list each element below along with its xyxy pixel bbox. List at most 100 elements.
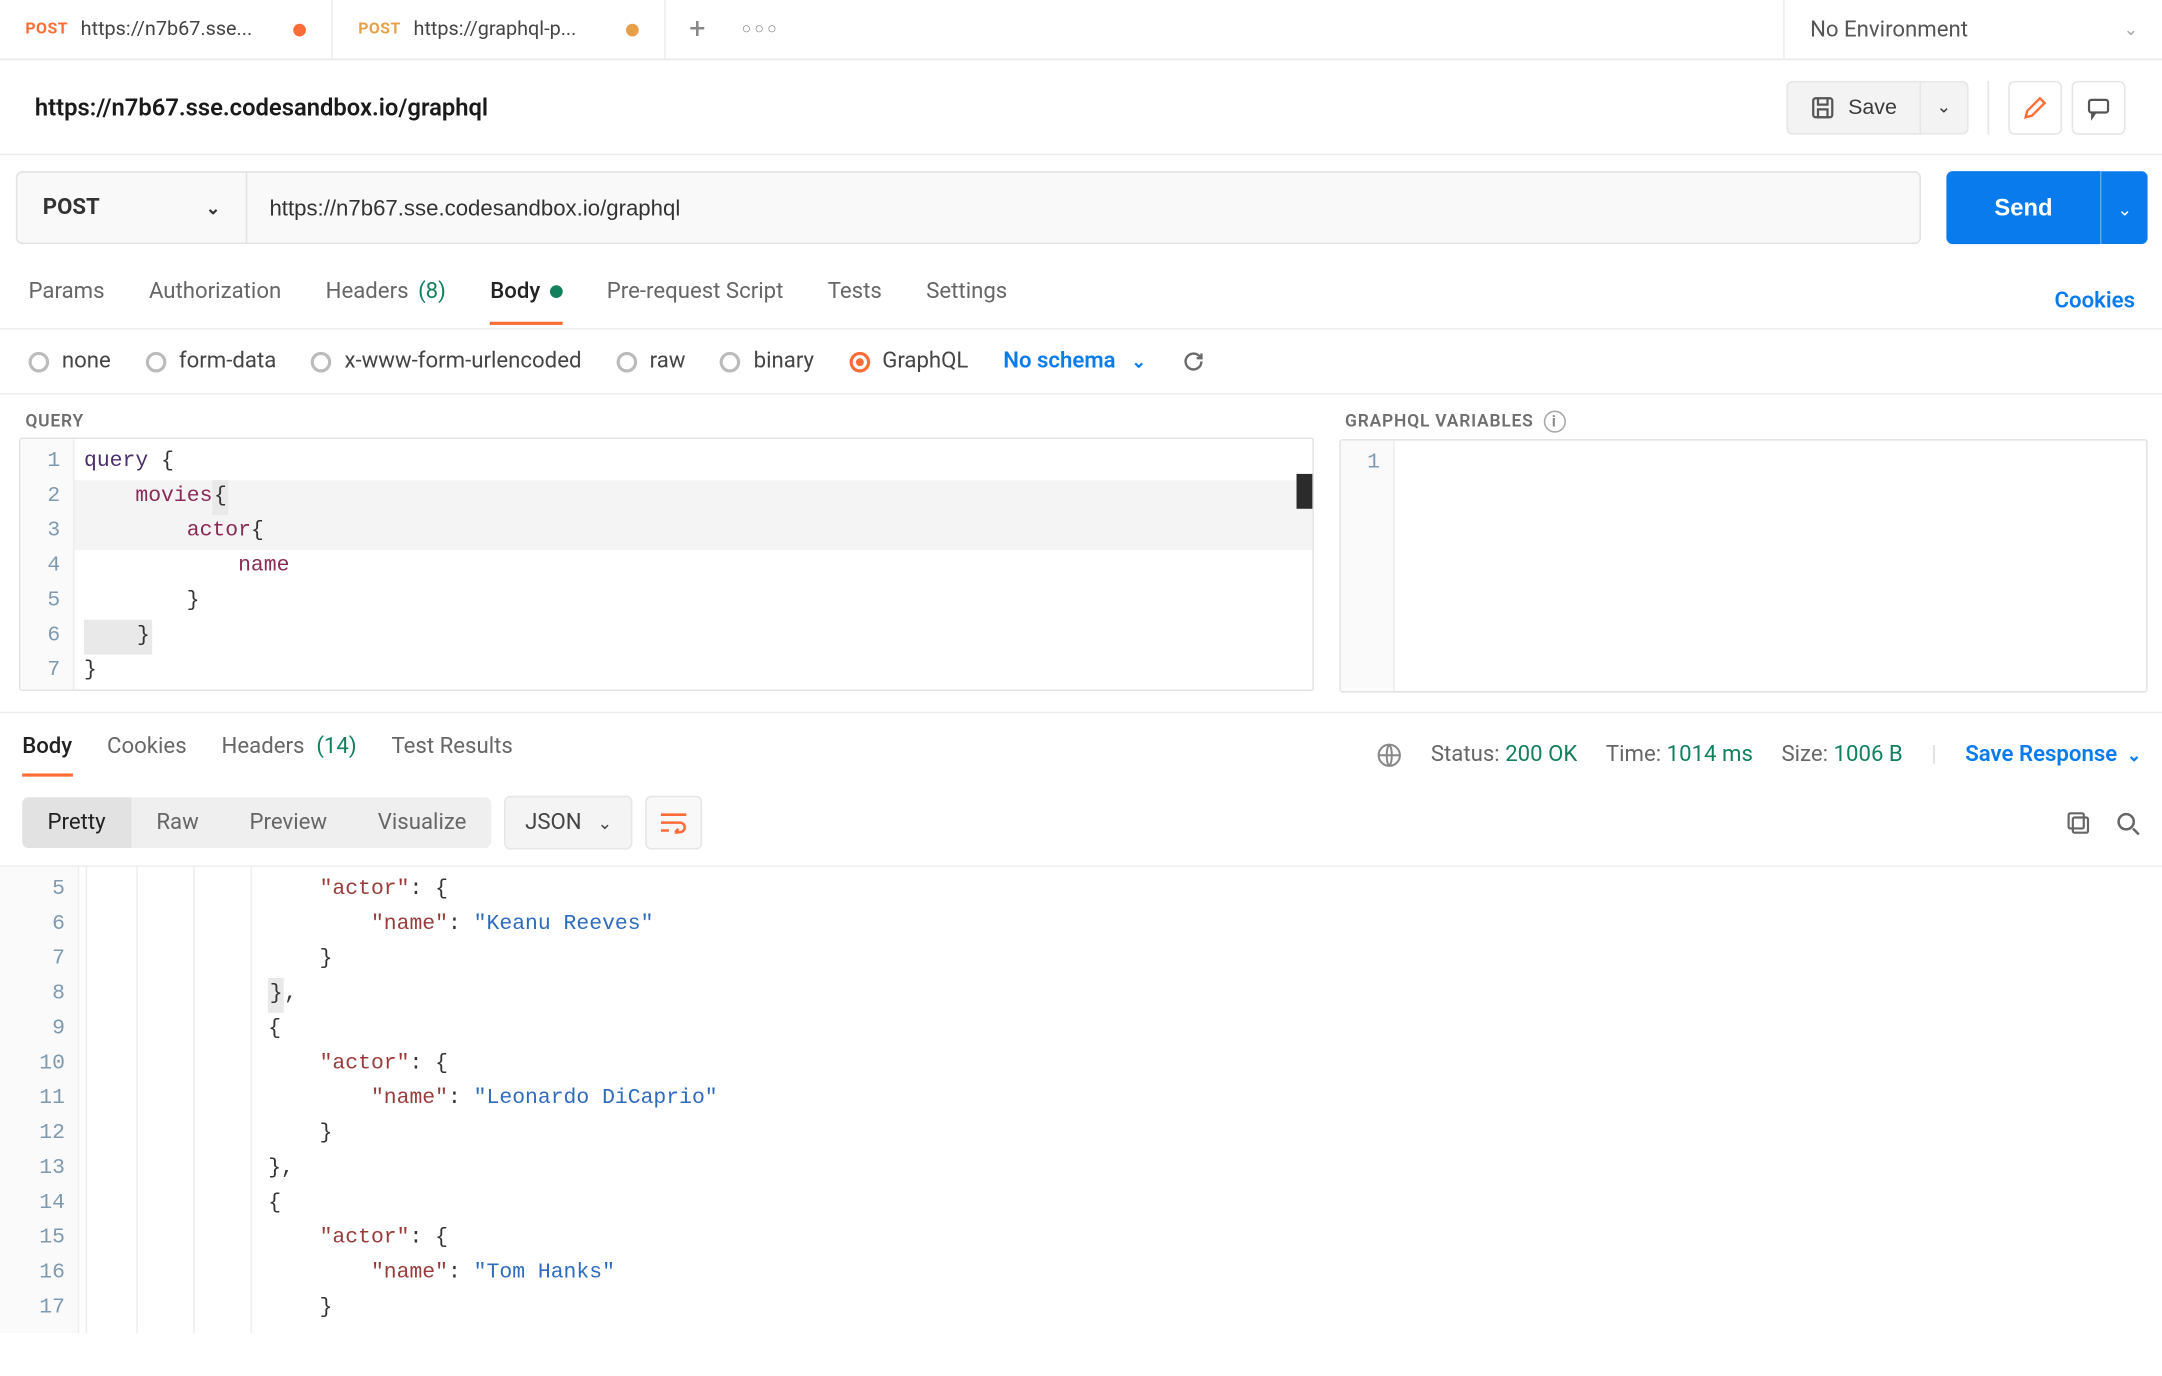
response-tabs: Body Cookies Headers (14) Test Results S… bbox=[0, 713, 2162, 780]
query-editor[interactable]: 1 2 3 4 5 6 7 query { movies{ actor{ nam… bbox=[19, 437, 1313, 691]
tab-tests[interactable]: Tests bbox=[828, 278, 882, 322]
time-value: 1014 ms bbox=[1667, 742, 1753, 767]
new-tab-button[interactable]: + bbox=[666, 13, 729, 46]
response-view-row: Pretty Raw Preview Visualize JSON ⌄ bbox=[0, 780, 2162, 866]
environment-select[interactable]: No Environment ⌄ bbox=[1783, 0, 2162, 59]
query-panel-label: QUERY bbox=[25, 411, 1313, 432]
request-row: POST ⌄ Send ⌄ bbox=[0, 155, 2162, 260]
bodytype-xwww[interactable]: x-www-form-urlencoded bbox=[311, 349, 581, 374]
radio-icon bbox=[29, 351, 50, 372]
bodytype-formdata[interactable]: form-data bbox=[146, 349, 277, 374]
save-response-button[interactable]: Save Response ⌄ bbox=[1965, 742, 2141, 767]
status-label: Status: bbox=[1431, 742, 1500, 767]
radio-icon bbox=[720, 351, 741, 372]
method-badge: POST bbox=[25, 21, 68, 38]
info-icon[interactable]: i bbox=[1543, 411, 1565, 433]
tab-prerequest[interactable]: Pre-request Script bbox=[607, 278, 784, 322]
headers-count: (8) bbox=[418, 278, 446, 303]
resp-tab-cookies[interactable]: Cookies bbox=[107, 734, 187, 775]
resp-tab-headers[interactable]: Headers (14) bbox=[222, 734, 357, 775]
edit-button[interactable] bbox=[2008, 80, 2062, 134]
tab-label: https://graphql-p... bbox=[414, 17, 614, 41]
tab-request-2[interactable]: POST https://graphql-p... bbox=[333, 0, 666, 59]
format-select[interactable]: JSON ⌄ bbox=[505, 796, 633, 850]
environment-label: No Environment bbox=[1810, 17, 1968, 42]
method-badge: POST bbox=[358, 21, 401, 38]
tab-headers-label: Headers bbox=[326, 278, 409, 303]
search-button[interactable] bbox=[2114, 809, 2141, 836]
graphql-panels: QUERY 1 2 3 4 5 6 7 query { movies{ acto… bbox=[0, 395, 2162, 714]
cookies-link[interactable]: Cookies bbox=[2055, 288, 2135, 313]
pencil-icon bbox=[2022, 94, 2047, 119]
variables-code[interactable] bbox=[1394, 441, 2146, 691]
response-editor[interactable]: 5 6 7 8 9 10 11 12 13 14 15 16 17 "actor… bbox=[0, 865, 2162, 1333]
view-visualize[interactable]: Visualize bbox=[352, 797, 491, 848]
tab-body[interactable]: Body bbox=[490, 278, 562, 322]
request-subtabs: Params Authorization Headers (8) Body Pr… bbox=[0, 260, 2162, 330]
query-gutter: 1 2 3 4 5 6 7 bbox=[21, 439, 75, 689]
refresh-schema-button[interactable] bbox=[1181, 349, 1206, 374]
unsaved-dot-icon bbox=[626, 23, 639, 36]
tab-authorization[interactable]: Authorization bbox=[149, 278, 281, 322]
title-row: https://n7b67.sse.codesandbox.io/graphql… bbox=[0, 60, 2162, 155]
view-preview[interactable]: Preview bbox=[224, 797, 352, 848]
query-code[interactable]: query { movies{ actor{ name } } } bbox=[74, 439, 1311, 689]
response-code[interactable]: "actor": { "name": "Keanu Reeves" } }, {… bbox=[79, 867, 2162, 1333]
tab-label: https://n7b67.sse... bbox=[81, 17, 281, 41]
chevron-down-icon: ⌄ bbox=[597, 812, 612, 833]
tabs-row: POST https://n7b67.sse... POST https://g… bbox=[0, 0, 2162, 60]
tab-headers[interactable]: Headers (8) bbox=[326, 278, 446, 322]
save-button[interactable]: Save bbox=[1786, 80, 1920, 134]
variables-editor[interactable]: 1 bbox=[1339, 439, 2148, 693]
resp-tab-tests[interactable]: Test Results bbox=[391, 734, 512, 775]
chevron-down-icon: ⌄ bbox=[2127, 744, 2142, 765]
method-select[interactable]: POST ⌄ bbox=[17, 173, 247, 243]
variables-panel-label: GRAPHQL VARIABLESi bbox=[1345, 411, 2148, 433]
send-button[interactable]: Send bbox=[1947, 171, 2100, 244]
view-raw[interactable]: Raw bbox=[131, 797, 224, 848]
radio-icon bbox=[146, 351, 167, 372]
separator bbox=[1988, 80, 1990, 134]
bodytype-raw[interactable]: raw bbox=[616, 349, 685, 374]
tab-body-label: Body bbox=[490, 278, 540, 303]
radio-selected-icon bbox=[849, 351, 870, 372]
cursor-marker bbox=[1296, 474, 1312, 509]
tab-settings[interactable]: Settings bbox=[926, 278, 1007, 322]
resp-tab-body[interactable]: Body bbox=[22, 734, 72, 775]
tab-params[interactable]: Params bbox=[29, 278, 105, 322]
response-gutter: 5 6 7 8 9 10 11 12 13 14 15 16 17 bbox=[0, 867, 79, 1333]
method-url-group: POST ⌄ bbox=[16, 171, 1922, 244]
comment-icon bbox=[2086, 94, 2111, 119]
method-value: POST bbox=[43, 195, 100, 220]
save-icon bbox=[1810, 94, 1835, 119]
linewrap-button[interactable] bbox=[645, 796, 702, 850]
tab-overflow-button[interactable]: ○○○ bbox=[729, 21, 792, 38]
tab-request-1[interactable]: POST https://n7b67.sse... bbox=[0, 0, 333, 59]
bodytype-none[interactable]: none bbox=[29, 349, 111, 374]
send-options-button[interactable]: ⌄ bbox=[2100, 171, 2148, 244]
chevron-down-icon: ⌄ bbox=[1131, 351, 1146, 372]
bodytype-binary[interactable]: binary bbox=[720, 349, 814, 374]
format-value: JSON bbox=[525, 810, 582, 835]
url-input[interactable] bbox=[247, 173, 1920, 243]
schema-dropdown[interactable]: No schema ⌄ bbox=[1003, 349, 1146, 374]
resp-headers-count: (14) bbox=[316, 734, 356, 759]
save-label: Save bbox=[1848, 95, 1897, 119]
chevron-down-icon: ⌄ bbox=[206, 197, 221, 218]
variables-gutter: 1 bbox=[1340, 441, 1394, 691]
network-icon[interactable] bbox=[1375, 741, 1402, 768]
chevron-down-icon: ⌄ bbox=[1937, 97, 1952, 118]
copy-button[interactable] bbox=[2065, 809, 2092, 836]
size-label: Size: bbox=[1781, 742, 1828, 767]
view-segmented: Pretty Raw Preview Visualize bbox=[22, 797, 492, 848]
response-status-block: Status: 200 OK Time: 1014 ms Size: 1006 … bbox=[1375, 741, 2141, 768]
status-value: 200 OK bbox=[1505, 742, 1577, 767]
view-pretty[interactable]: Pretty bbox=[22, 797, 131, 848]
radio-icon bbox=[311, 351, 332, 372]
time-label: Time: bbox=[1606, 742, 1661, 767]
save-options-button[interactable]: ⌄ bbox=[1921, 80, 1969, 134]
comments-button[interactable] bbox=[2072, 80, 2126, 134]
bodytype-graphql[interactable]: GraphQL bbox=[849, 349, 968, 374]
unsaved-dot-icon bbox=[293, 23, 306, 36]
radio-icon bbox=[616, 351, 637, 372]
